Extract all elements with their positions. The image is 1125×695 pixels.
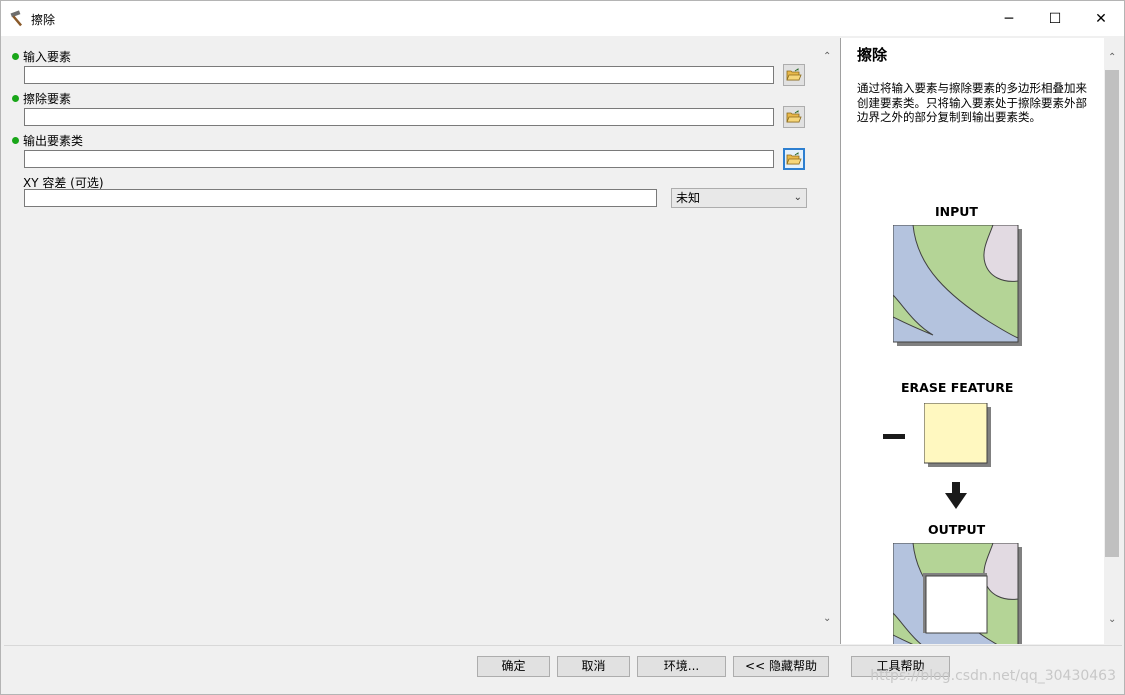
diagram-input-label: INPUT xyxy=(935,204,978,219)
chevron-up-icon[interactable]: ⌃ xyxy=(823,51,831,62)
erase-features-field[interactable] xyxy=(24,108,774,126)
chevron-down-icon: ⌄ xyxy=(793,192,802,203)
help-description: 通过将输入要素与擦除要素的多边形相叠加来创建要素类。只将输入要素处于擦除要素外部… xyxy=(857,81,1087,124)
unit-dropdown[interactable]: 未知 ⌄ xyxy=(671,188,807,208)
required-indicator-icon xyxy=(12,53,19,60)
chevron-down-icon[interactable]: ⌄ xyxy=(1108,614,1116,625)
minus-icon xyxy=(883,434,905,439)
open-folder-icon xyxy=(786,152,802,165)
diagram-output-label: OUTPUT xyxy=(928,522,986,537)
window-title: 擦除 xyxy=(31,13,56,27)
open-folder-icon xyxy=(786,110,802,123)
close-button[interactable]: ✕ xyxy=(1078,1,1124,36)
title-bar[interactable]: 擦除 ─ ☐ ✕ xyxy=(1,1,1124,36)
tool-dialog: 擦除 ─ ☐ ✕ 输入要素 擦除要素 输出要素类 XY 容差 (可选) 未知 ⌄… xyxy=(0,0,1125,695)
erase-browse-button[interactable] xyxy=(783,106,805,128)
diagram-erase-label: ERASE FEATURE xyxy=(901,380,1014,395)
input-browse-button[interactable] xyxy=(783,64,805,86)
erase-feature-diagram xyxy=(924,403,991,467)
hide-help-button[interactable]: << 隐藏帮助 xyxy=(733,656,829,677)
watermark: https://blog.csdn.net/qq_30430463 xyxy=(870,668,1116,684)
chevron-up-icon[interactable]: ⌃ xyxy=(1108,52,1116,63)
output-map-diagram xyxy=(893,543,1022,644)
xy-tolerance-field[interactable] xyxy=(24,189,657,207)
parameters-pane: 输入要素 擦除要素 输出要素类 XY 容差 (可选) 未知 ⌄ ⌃ ⌄ xyxy=(4,37,838,644)
environments-button[interactable]: 环境... xyxy=(637,656,726,677)
required-indicator-icon xyxy=(12,137,19,144)
unit-dropdown-value: 未知 xyxy=(676,191,701,205)
ok-button[interactable]: 确定 xyxy=(477,656,550,677)
chevron-down-icon[interactable]: ⌄ xyxy=(823,613,831,624)
help-pane: 擦除 通过将输入要素与擦除要素的多边形相叠加来创建要素类。只将输入要素处于擦除要… xyxy=(840,38,1105,644)
help-scrollbar-thumb[interactable] xyxy=(1105,70,1119,557)
parameters-scrollbar[interactable]: ⌃ ⌄ xyxy=(819,37,838,644)
input-features-field[interactable] xyxy=(24,66,774,84)
output-browse-button[interactable] xyxy=(783,148,805,170)
cancel-button[interactable]: 取消 xyxy=(557,656,630,677)
output-feature-class-label: 输出要素类 xyxy=(23,134,84,148)
required-indicator-icon xyxy=(12,95,19,102)
help-scrollbar[interactable]: ⌃ ⌄ xyxy=(1104,38,1122,644)
open-folder-icon xyxy=(786,68,802,81)
input-map-diagram xyxy=(893,225,1022,346)
minimize-button[interactable]: ─ xyxy=(986,1,1032,36)
input-features-label: 输入要素 xyxy=(23,50,72,64)
hammer-icon xyxy=(10,10,23,27)
output-feature-class-field[interactable] xyxy=(24,150,774,168)
erase-features-label: 擦除要素 xyxy=(23,92,72,106)
maximize-button[interactable]: ☐ xyxy=(1032,1,1078,36)
arrow-down-icon xyxy=(945,482,967,509)
help-title: 擦除 xyxy=(857,46,888,64)
